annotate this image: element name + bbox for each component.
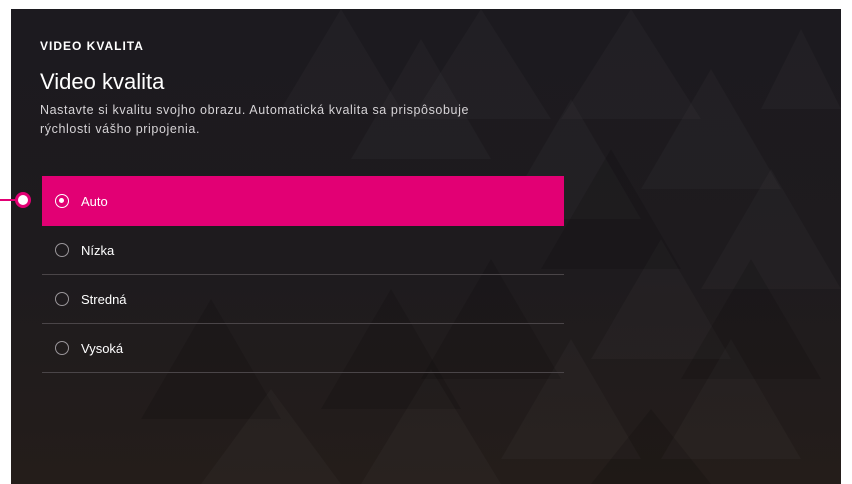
focus-pointer-dot: [15, 192, 31, 208]
radio-unchecked-icon: [55, 292, 69, 306]
option-vysoka[interactable]: Vysoká: [42, 324, 564, 373]
option-stredna[interactable]: Stredná: [42, 275, 564, 324]
radio-unchecked-icon: [55, 243, 69, 257]
option-label: Vysoká: [81, 340, 124, 356]
option-label: Stredná: [81, 291, 127, 307]
option-label: Nízka: [81, 242, 115, 258]
page-description: Nastavte si kvalitu svojho obrazu. Autom…: [40, 103, 469, 136]
page-title: Video kvalita: [40, 69, 165, 94]
radio-unchecked-icon: [55, 341, 69, 355]
radio-checked-icon: [55, 194, 69, 208]
option-label: Auto: [81, 193, 108, 209]
option-auto[interactable]: Auto: [42, 176, 564, 226]
option-nizka[interactable]: Nízka: [42, 226, 564, 275]
section-label: VIDEO KVALITA: [40, 39, 144, 53]
focus-pointer-icon: [0, 192, 31, 208]
quality-options-list: Auto Nízka Stredná Vysoká: [42, 176, 564, 373]
settings-screen: VIDEO KVALITA Video kvalita Nastavte si …: [11, 9, 841, 484]
header-block: VIDEO KVALITA Video kvalita Nastavte si …: [40, 37, 570, 139]
